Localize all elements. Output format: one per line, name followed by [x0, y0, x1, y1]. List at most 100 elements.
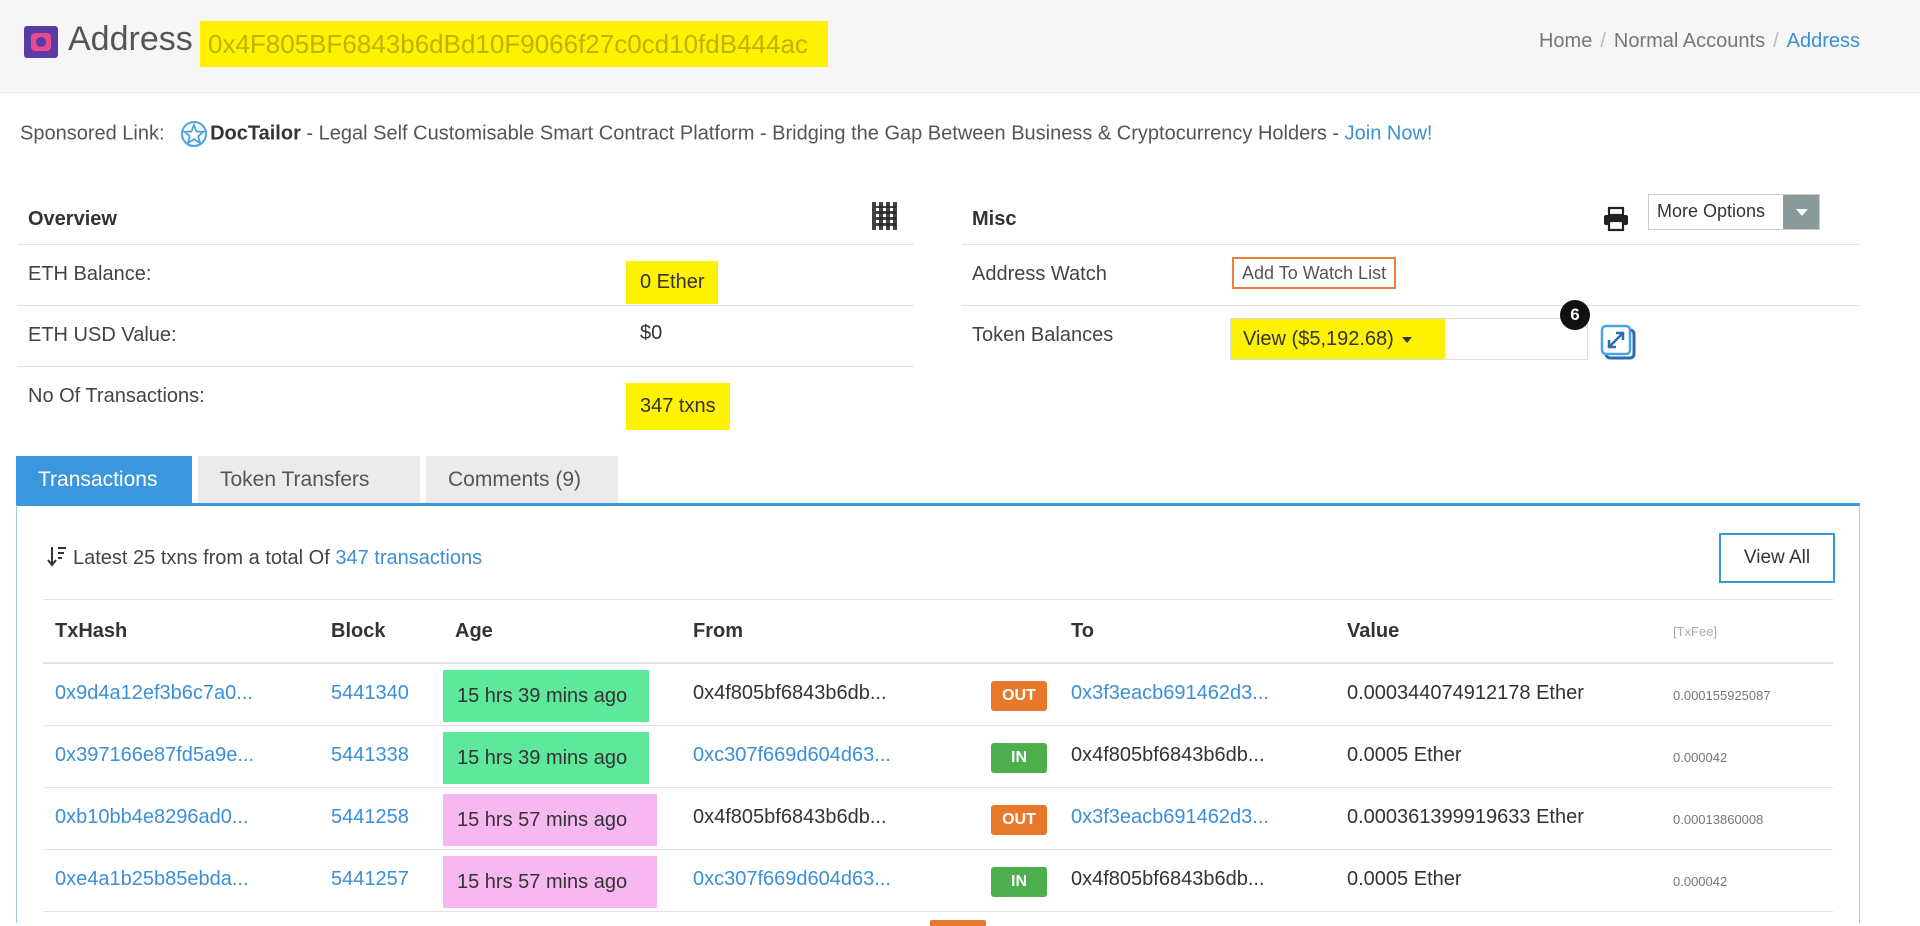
col-from: From	[693, 620, 743, 642]
col-value: Value	[1347, 620, 1400, 642]
tx-hash-link[interactable]: 0xb10bb4e8296ad0...	[55, 806, 249, 829]
table-header: TxHash Block Age From To Value [TxFee]	[43, 599, 1833, 664]
tab-comments[interactable]: Comments (9)	[426, 456, 618, 504]
sponsor-brand[interactable]: DocTailor	[210, 122, 301, 144]
tx-from: 0x4f805bf6843b6db...	[693, 806, 887, 828]
tx-age: 15 hrs 57 mins ago	[443, 856, 657, 908]
breadcrumb-home[interactable]: Home	[1539, 30, 1592, 52]
sponsored-prefix: Sponsored Link:	[20, 122, 165, 145]
tx-from-link[interactable]: 0xc307f669d604d63...	[693, 868, 891, 891]
token-view-select[interactable]: View ($5,192.68)	[1231, 319, 1445, 359]
address-logo-icon	[24, 26, 58, 58]
breadcrumb-separator: /	[1600, 30, 1606, 52]
misc-title: Misc	[972, 208, 1017, 230]
overview-panel: Overview ETH Balance: 0 Ether ETH USD Va…	[18, 190, 914, 430]
view-all-button[interactable]: View All	[1719, 533, 1835, 583]
table-row: 0xe4a1b25b85ebda... 5441257 15 hrs 57 mi…	[43, 850, 1833, 912]
tx-fee: 0.00013860008	[1673, 812, 1764, 827]
address-hash: 0x4F805BF6843b6dBd10F9066f27c0cd10fdB444…	[200, 21, 828, 67]
tx-count-label: No Of Transactions:	[28, 385, 205, 407]
address-watch-row: Address Watch Add To Watch List	[962, 245, 1860, 306]
table-row: 0x397166e87fd5a9e... 5441338 15 hrs 39 m…	[43, 726, 1833, 788]
table-row: 0xb10bb4e8296ad0... 5441258 15 hrs 57 mi…	[43, 788, 1833, 850]
join-now-link[interactable]: Join Now!	[1345, 122, 1433, 144]
page-title: Address	[68, 20, 193, 58]
tx-count-value: 347 txns	[626, 383, 730, 430]
col-to: To	[1071, 620, 1094, 642]
tab-token-transfers[interactable]: Token Transfers	[198, 456, 420, 504]
chevron-down-icon	[1783, 195, 1819, 229]
next-row-direction-badge	[930, 920, 986, 926]
tx-count-row: No Of Transactions: 347 txns	[18, 367, 914, 430]
tx-to-link[interactable]: 0x3f3eacb691462d3...	[1071, 682, 1269, 705]
breadcrumb-normal-accounts[interactable]: Normal Accounts	[1614, 30, 1765, 52]
sponsored-link: Sponsored Link: DocTailor - Legal Self C…	[20, 120, 1432, 148]
tx-to: 0x4f805bf6843b6db...	[1071, 744, 1265, 766]
eth-balance-label: ETH Balance:	[28, 263, 152, 285]
tx-fee: 0.000042	[1673, 750, 1728, 765]
block-link[interactable]: 5441338	[331, 744, 409, 767]
eth-usd-label: ETH USD Value:	[28, 324, 177, 346]
tx-age: 15 hrs 39 mins ago	[443, 732, 649, 784]
tx-value: 0.000361399919633 Ether	[1347, 806, 1584, 828]
col-block: Block	[331, 620, 386, 642]
eth-usd-value: $0	[640, 322, 663, 344]
tx-hash-link[interactable]: 0xe4a1b25b85ebda...	[55, 868, 249, 891]
tx-from: 0x4f805bf6843b6db...	[693, 682, 887, 704]
misc-header: Misc More Options	[962, 190, 1860, 245]
breadcrumb-address: Address	[1786, 30, 1860, 52]
expand-icon[interactable]	[1600, 322, 1640, 362]
col-age: Age	[455, 620, 493, 642]
block-link[interactable]: 5441340	[331, 682, 409, 705]
block-link[interactable]: 5441257	[331, 868, 409, 891]
direction-badge: OUT	[991, 681, 1047, 711]
tx-fee: 0.000155925087	[1673, 688, 1771, 703]
col-txfee: [TxFee]	[1673, 624, 1718, 639]
qr-code-icon[interactable]	[872, 202, 900, 230]
address-watch-label: Address Watch	[972, 263, 1107, 285]
tx-age: 15 hrs 39 mins ago	[443, 670, 649, 722]
direction-badge: IN	[991, 867, 1047, 897]
overview-title: Overview	[28, 208, 117, 230]
add-to-watch-list-button[interactable]: Add To Watch List	[1232, 257, 1397, 289]
sponsor-text: - Legal Self Customisable Smart Contract…	[300, 122, 1345, 145]
tx-to-link[interactable]: 0x3f3eacb691462d3...	[1071, 806, 1269, 829]
table-row: 0x9d4a12ef3b6c7a0... 5441340 15 hrs 39 m…	[43, 664, 1833, 726]
eth-usd-row: ETH USD Value: $0	[18, 306, 914, 367]
tx-total-link[interactable]: 347 transactions	[335, 547, 482, 569]
more-options-button[interactable]: More Options	[1648, 194, 1820, 230]
tx-fee: 0.000042	[1673, 874, 1728, 889]
tx-hash-link[interactable]: 0x397166e87fd5a9e...	[55, 744, 254, 767]
tx-from-link[interactable]: 0xc307f669d604d63...	[693, 744, 891, 767]
page-header: Address 0x4F805BF6843b6dBd10F9066f27c0cd…	[0, 0, 1920, 93]
eth-balance-row: ETH Balance: 0 Ether	[18, 245, 914, 306]
more-options-label: More Options	[1657, 201, 1766, 221]
col-txhash: TxHash	[55, 620, 128, 642]
doctailor-star-icon	[181, 121, 208, 147]
block-link[interactable]: 5441258	[331, 806, 409, 829]
tx-value: 0.000344074912178 Ether	[1347, 682, 1584, 704]
misc-panel: Misc More Options Address Watch Add To W…	[962, 190, 1860, 367]
transactions-table: TxHash Block Age From To Value [TxFee] 0…	[43, 599, 1833, 912]
sort-icon	[47, 547, 66, 567]
overview-header: Overview	[18, 190, 914, 245]
direction-badge: OUT	[991, 805, 1047, 835]
tx-hash-link[interactable]: 0x9d4a12ef3b6c7a0...	[55, 682, 253, 705]
tx-value: 0.0005 Ether	[1347, 868, 1462, 890]
tx-summary: Latest 25 txns from a total Of 347 trans…	[47, 545, 482, 570]
token-view-label: View ($5,192.68)	[1243, 328, 1394, 350]
breadcrumb: Home / Normal Accounts / Address	[1539, 30, 1860, 53]
chevron-down-icon	[1401, 336, 1412, 343]
tx-value: 0.0005 Ether	[1347, 744, 1462, 766]
eth-balance-value: 0 Ether	[626, 261, 719, 304]
tab-transactions[interactable]: Transactions	[16, 456, 192, 504]
token-balances-dropdown[interactable]: View ($5,192.68)	[1230, 318, 1588, 360]
transactions-panel: Latest 25 txns from a total Of 347 trans…	[16, 505, 1860, 923]
token-balances-row: Token Balances View ($5,192.68) 6	[962, 300, 1860, 367]
print-icon[interactable]	[1602, 206, 1630, 232]
token-balances-label: Token Balances	[972, 324, 1114, 346]
tx-summary-text: Latest 25 txns from a total Of	[73, 547, 336, 569]
tx-to: 0x4f805bf6843b6db...	[1071, 868, 1265, 890]
direction-badge: IN	[991, 743, 1047, 773]
token-count-badge: 6	[1560, 300, 1590, 330]
